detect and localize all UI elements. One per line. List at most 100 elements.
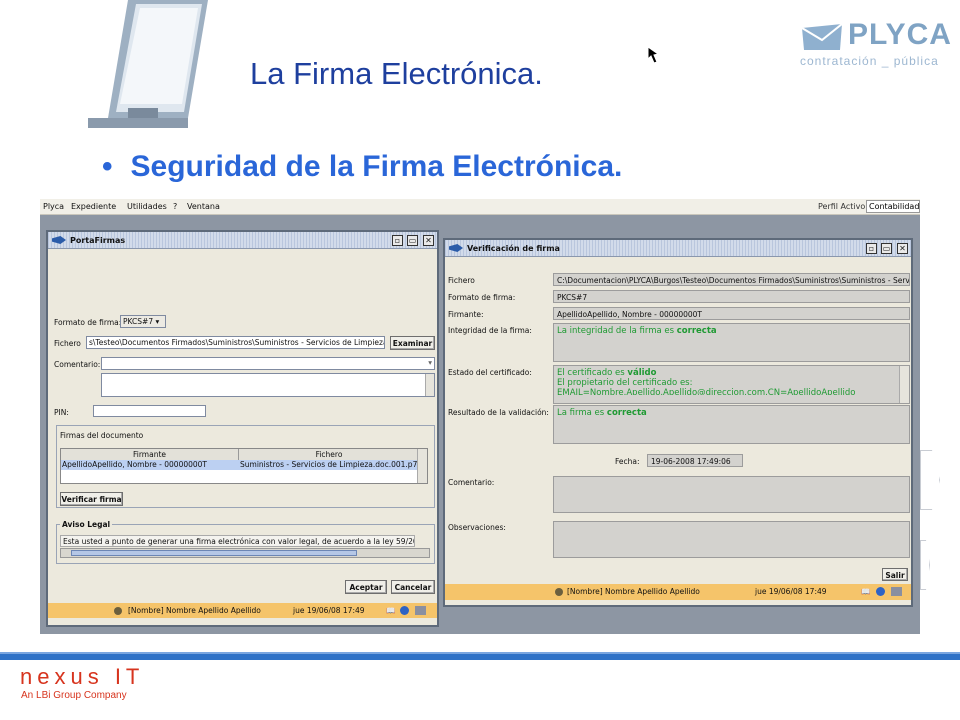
fichero-value: C:\Documentacion\PLYCA\Burgos\Testeo\Doc… [553,273,910,286]
cell-firmante: ApellidoApellido, Nombre - 00000000T [62,460,208,469]
chevron-down-icon: ▾ [428,358,432,367]
maximize-icon[interactable]: ▭ [881,243,892,254]
formato-select[interactable]: PKCS#7 ▾ [120,315,166,328]
comentario-label: Comentario: [54,360,101,369]
portafirmas-window: PortaFirmas ▫ ▭ ✕ Formato de firma: PKCS… [46,230,439,627]
integridad-value: correcta [676,326,717,336]
nexus-logo: nexus IT [20,664,145,689]
status-date: jue 19/06/08 17:49 [755,587,827,596]
status-bar: [Nombre] Nombre Apellido Apellido jue 19… [48,603,437,618]
monitor-graphic [88,0,208,128]
fichero-label: Fichero [448,276,475,285]
formato-label: Formato de firma: [54,318,122,327]
help-icon[interactable] [876,587,885,596]
mouse-cursor-icon [647,46,660,64]
pin-label: PIN: [54,408,69,417]
portafirmas-titlebar: PortaFirmas ▫ ▭ ✕ [48,232,437,249]
observaciones-label: Observaciones: [448,523,506,532]
bullet-heading: • Seguridad de la Firma Electrónica. [102,150,622,184]
envelope-logo-icon [801,24,843,50]
estado-line1-prefix: El certificado es [557,368,625,378]
book-icon[interactable]: 📖 [386,606,395,615]
close-icon[interactable]: ✕ [897,243,908,254]
menu-plyca[interactable]: Plyca [43,202,64,211]
printer-icon[interactable] [891,587,902,596]
aceptar-button[interactable]: Aceptar [345,580,387,594]
slide-title: La Firma Electrónica. [250,56,543,91]
pin-input[interactable] [93,405,206,417]
help-icon[interactable] [400,606,409,615]
nexus-tagline: An LBi Group Company [21,690,127,701]
menu-ventana[interactable]: Ventana [187,202,220,211]
cancelar-button[interactable]: Cancelar [391,580,435,594]
aviso-legal-text: Esta usted a punto de generar una firma … [60,535,415,547]
integridad-box: La integridad de la firma es correcta [553,323,910,362]
status-user: [Nombre] Nombre Apellido Apellido [567,587,700,596]
portafirmas-title: PortaFirmas [70,236,126,245]
resultado-value: correcta [606,408,647,418]
observaciones-box [553,521,910,558]
formato-label: Formato de firma: [448,293,516,302]
aviso-legal-title: Aviso Legal [60,520,113,529]
menu-expediente[interactable]: Expediente [71,202,116,211]
fecha-value: 19-06-2008 17:49:06 [647,454,743,467]
firmante-value: ApellidoApellido, Nombre - 00000000T [553,307,910,320]
printer-icon[interactable] [415,606,426,615]
resultado-label: Resultado de la validación: [448,408,549,417]
fichero-label: Fichero [54,339,81,348]
perfil-label: Perfil Activo: [818,202,868,211]
resultado-box: La firma es correcta [553,405,910,444]
footer-bar [0,654,960,660]
integridad-prefix: La integridad de la firma es [557,326,675,336]
brand-tagline: contratación _ pública [800,54,939,68]
bullet-dot: • [102,150,113,183]
fichero-input[interactable]: s\Testeo\Documentos Firmados\Suministros… [86,336,385,349]
maximize-icon[interactable]: ▭ [407,235,418,246]
examinar-button[interactable]: Examinar [390,336,435,350]
estado-scrollbar[interactable] [899,366,909,403]
table-scrollbar[interactable] [417,449,427,483]
status-date: jue 19/06/08 17:49 [293,606,365,615]
comentario-box [553,476,910,513]
minimize-icon[interactable]: ▫ [866,243,877,254]
firmas-table: Firmante Fichero ApellidoApellido, Nombr… [60,448,428,484]
estado-line1-value: válido [627,368,657,378]
verificacion-title: Verificación de firma [467,244,560,253]
close-icon[interactable]: ✕ [423,235,434,246]
scrollbar[interactable] [425,374,434,396]
comentario-label: Comentario: [448,478,495,487]
menu-bar: Plyca Expediente Utilidades ? Ventana Pe… [40,199,920,215]
comentario-select[interactable]: ▾ [101,357,435,370]
book-icon[interactable]: 📖 [861,587,870,596]
verificar-firma-button[interactable]: Verificar firma [60,492,123,506]
formato-value: PKCS#7 [123,317,154,326]
horizontal-scrollbar[interactable] [60,548,430,558]
decorative-arrow [920,540,930,590]
column-header-firmante[interactable]: Firmante [61,449,239,460]
estado-line3: EMAIL=Nombre.Apellido.Apellido@direccion… [557,388,856,395]
decorative-arrow [920,450,940,510]
salir-button[interactable]: Salir [882,568,908,581]
application-screenshot: Plyca Expediente Utilidades ? Ventana Pe… [40,199,920,634]
verificacion-titlebar: Verificación de firma ▫ ▭ ✕ [445,240,911,257]
resultado-prefix: La firma es [557,408,605,418]
firmante-label: Firmante: [448,310,484,319]
table-row[interactable]: ApellidoApellido, Nombre - 00000000T Sum… [61,460,419,470]
menu-help[interactable]: ? [173,202,177,211]
firmas-group-title: Firmas del documento [60,431,144,440]
scrollbar-thumb[interactable] [71,550,357,556]
integridad-label: Integridad de la firma: [448,326,532,335]
menu-utilidades[interactable]: Utilidades [127,202,167,211]
user-icon [555,588,563,596]
estado-line2: El propietario del certificado es: [557,378,693,388]
perfil-select[interactable]: Contabilidad [866,200,920,213]
formato-value: PKCS#7 [553,290,910,303]
minimize-icon[interactable]: ▫ [392,235,403,246]
brand-logo-text: PLYCA [848,18,952,51]
user-icon [114,607,122,615]
column-header-fichero[interactable]: Fichero [239,449,419,460]
plyca-window-icon [52,236,66,244]
fecha-label: Fecha: [615,457,640,466]
status-bar: [Nombre] Nombre Apellido Apellido jue 19… [445,584,911,600]
comentario-textarea[interactable] [101,373,435,397]
